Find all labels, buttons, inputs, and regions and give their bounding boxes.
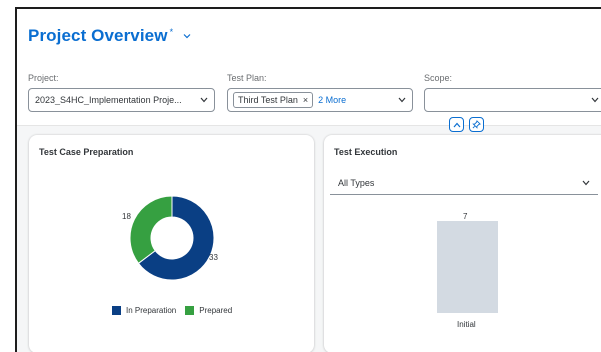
chart-legend: In Preparation Prepared: [112, 306, 241, 315]
collapse-header-button[interactable]: [449, 117, 464, 132]
unsaved-marker: *: [169, 27, 174, 37]
bar-category-label: Initial: [457, 320, 476, 329]
project-value: 2023_S4HC_Implementation Proje...: [35, 95, 182, 105]
pin-icon: [472, 120, 481, 129]
test-plan-multiinput[interactable]: Third Test Plan × 2 More: [227, 88, 413, 112]
project-select[interactable]: 2023_S4HC_Implementation Proje...: [28, 88, 215, 112]
card-title: Test Case Preparation: [39, 147, 134, 157]
execution-type-value: All Types: [338, 178, 375, 188]
title-row: Project Overview *: [28, 26, 191, 46]
more-link[interactable]: 2 More: [318, 95, 398, 105]
scope-label: Scope:: [424, 73, 453, 83]
legend-label: In Preparation: [126, 306, 177, 315]
project-label: Project:: [28, 73, 59, 83]
legend-item-prepared[interactable]: Prepared: [185, 306, 232, 315]
execution-type-select[interactable]: All Types: [330, 172, 598, 195]
pin-header-button[interactable]: [469, 117, 484, 132]
card-title: Test Execution: [334, 147, 398, 157]
slice-label-in-preparation: 33: [209, 253, 218, 262]
chevron-down-icon[interactable]: [398, 97, 406, 103]
test-plan-token[interactable]: Third Test Plan ×: [233, 92, 314, 108]
chevron-up-icon: [453, 122, 460, 127]
legend-item-in-preparation[interactable]: In Preparation: [112, 306, 176, 315]
test-case-preparation-card[interactable]: Test Case Preparation: [29, 135, 314, 352]
slice-label-prepared: 18: [122, 212, 131, 221]
legend-swatch: [112, 306, 121, 315]
chevron-down-icon[interactable]: [183, 32, 191, 40]
test-plan-label: Test Plan:: [227, 73, 267, 83]
close-icon[interactable]: ×: [303, 95, 308, 105]
legend-swatch: [185, 306, 195, 315]
chevron-down-icon[interactable]: [200, 97, 208, 103]
scope-select[interactable]: [424, 88, 601, 112]
chevron-down-icon[interactable]: [582, 180, 590, 186]
chevron-down-icon[interactable]: [591, 97, 599, 103]
token-label: Third Test Plan: [238, 95, 298, 105]
page-header: Project Overview * Project: 2023_S4HC_Im…: [17, 9, 601, 126]
bar-value-label: 7: [463, 212, 468, 221]
page-title[interactable]: Project Overview: [28, 26, 168, 46]
legend-label: Prepared: [199, 306, 233, 315]
app-frame: Project Overview * Project: 2023_S4HC_Im…: [15, 7, 601, 352]
